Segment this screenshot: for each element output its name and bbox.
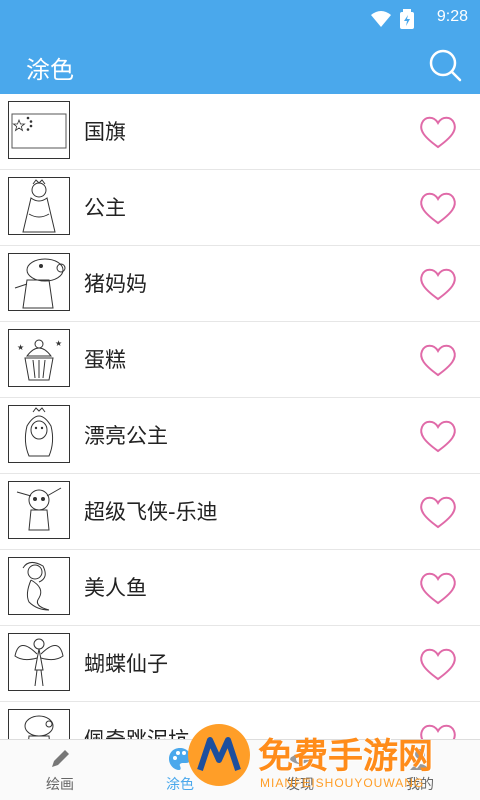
pencil-icon — [52, 750, 69, 767]
list-item[interactable]: ★ ★ 蛋糕 — [0, 322, 480, 398]
wifi-icon — [371, 11, 391, 27]
tab-draw-label: 绘画 — [46, 777, 74, 793]
item-label: 美人鱼 — [84, 576, 147, 600]
tab-mine-label: 我的 — [406, 777, 434, 793]
tab-discover-label: 发现 — [286, 777, 314, 793]
item-label: 猪妈妈 — [84, 272, 147, 296]
thumbnail-flag — [8, 101, 70, 159]
thumbnail-peppa — [8, 709, 70, 740]
battery-icon — [400, 9, 414, 29]
item-label: 超级飞侠-乐迪 — [84, 500, 218, 524]
favorite-heart-icon[interactable] — [418, 342, 458, 378]
item-label: 蛋糕 — [84, 348, 126, 372]
page-title: 涂色 — [26, 56, 74, 84]
list-item[interactable]: 猪妈妈 — [0, 246, 480, 322]
favorite-heart-icon[interactable] — [418, 570, 458, 606]
bottom-nav: 绘画 涂色 发现 我的 — [0, 739, 480, 800]
item-label: 漂亮公主 — [84, 424, 168, 448]
tab-mine[interactable]: 我的 — [360, 740, 480, 800]
favorite-heart-icon[interactable] — [418, 266, 458, 302]
list-item[interactable]: 公主 — [0, 170, 480, 246]
status-icons — [370, 9, 414, 29]
favorite-heart-icon[interactable] — [418, 722, 458, 740]
favorite-heart-icon[interactable] — [418, 190, 458, 226]
favorite-heart-icon[interactable] — [418, 646, 458, 682]
palette-icon — [169, 748, 191, 770]
search-icon[interactable] — [428, 48, 462, 82]
item-label: 国旗 — [84, 120, 126, 144]
tab-discover[interactable]: 发现 — [240, 740, 360, 800]
list-item[interactable]: 超级飞侠-乐迪 — [0, 474, 480, 550]
favorite-heart-icon[interactable] — [418, 494, 458, 530]
list-item[interactable]: 美人鱼 — [0, 550, 480, 626]
status-bar: 9:28 — [0, 0, 480, 36]
tab-draw[interactable]: 绘画 — [0, 740, 120, 800]
app-bar: 涂色 — [0, 36, 480, 94]
tab-color-label: 涂色 — [166, 777, 194, 793]
favorite-heart-icon[interactable] — [418, 418, 458, 454]
thumbnail-princess — [8, 177, 70, 235]
list-item[interactable]: 蝴蝶仙子 — [0, 626, 480, 702]
thumbnail-robot — [8, 481, 70, 539]
list-item[interactable]: 漂亮公主 — [0, 398, 480, 474]
coloring-list: 国旗 公主 猪妈妈 ★ ★ 蛋糕 漂亮公主 超级飞侠-乐迪 美人鱼 蝴蝶仙子 佩… — [0, 94, 480, 740]
status-time: 9:28 — [436, 8, 468, 25]
item-label: 佩奇跳泥坑 — [84, 728, 189, 740]
item-label: 公主 — [84, 196, 126, 220]
thumbnail-princess-2 — [8, 405, 70, 463]
thumbnail-cake: ★ ★ — [8, 329, 70, 387]
tab-color[interactable]: 涂色 — [120, 740, 240, 800]
thumbnail-pig — [8, 253, 70, 311]
thumbnail-fairy — [8, 633, 70, 691]
item-label: 蝴蝶仙子 — [84, 652, 168, 676]
thumbnail-mermaid — [8, 557, 70, 615]
eye-icon — [289, 754, 311, 764]
svg-text:★: ★ — [55, 339, 62, 348]
person-icon — [410, 749, 430, 770]
list-item[interactable]: 佩奇跳泥坑 — [0, 702, 480, 740]
svg-text:★: ★ — [17, 343, 24, 352]
favorite-heart-icon[interactable] — [418, 114, 458, 150]
list-item[interactable]: 国旗 — [0, 94, 480, 170]
